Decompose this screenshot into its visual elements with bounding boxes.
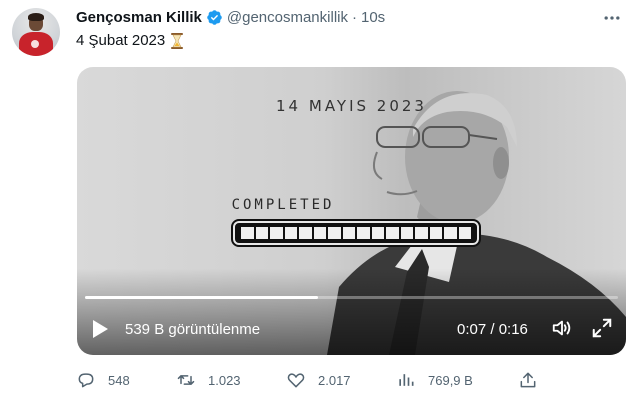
heart-icon: [287, 373, 305, 388]
like-count: 2.017: [318, 372, 351, 388]
avatar-hair: [28, 13, 44, 21]
loading-bar-segment: [241, 227, 254, 239]
verified-badge-icon: [207, 9, 222, 25]
retweet-button[interactable]: 1.023: [176, 368, 241, 392]
author-handle[interactable]: @gencosmankillik: [227, 9, 348, 26]
loading-bar-segment: [255, 227, 268, 239]
video-view-count: 539 B görüntülenme: [125, 321, 261, 338]
retweet-count: 1.023: [208, 372, 241, 388]
loading-bar-segment: [429, 227, 442, 239]
video-timecode: 0:07 / 0:16: [457, 321, 528, 338]
reply-count: 548: [108, 372, 130, 388]
loading-bar-segment: [458, 227, 471, 239]
video-overlay-status: COMPLETED: [231, 197, 335, 213]
tweet-text-content: 4 Şubat 2023: [76, 32, 166, 49]
share-button[interactable]: [518, 368, 538, 392]
tweet-header: Gençosman Killik @gencosmankillik · 10s: [76, 7, 385, 27]
loading-bar-segment: [444, 227, 457, 239]
loading-bar-segment: [386, 227, 399, 239]
volume-icon[interactable]: [551, 317, 573, 339]
loading-bar-segment: [328, 227, 341, 239]
loading-bar-segment: [299, 227, 312, 239]
loading-bar-segment: [270, 227, 283, 239]
video-overlay-date: 14 MAYIS 2023: [276, 97, 427, 115]
views-count: 769,9 B: [428, 372, 473, 388]
tweet-timestamp[interactable]: 10s: [361, 9, 385, 26]
video-progress-bar[interactable]: [85, 296, 618, 299]
video-controls: 539 B görüntülenme 0:07 / 0:16: [77, 307, 626, 347]
tweet-actions: 548 1.023 2.017 769,9 B: [76, 368, 556, 392]
avatar-shirt-logo: [31, 40, 39, 48]
reply-icon: [78, 373, 94, 388]
video-overlay-loading-bar: [231, 219, 481, 247]
analytics-icon: [399, 374, 414, 386]
video-player[interactable]: 14 MAYIS 2023 COMPLETED 539 B görüntülen…: [77, 67, 626, 355]
loading-bar-segment: [342, 227, 355, 239]
views-button[interactable]: 769,9 B: [396, 368, 473, 392]
fullscreen-icon[interactable]: [591, 317, 613, 339]
author-name[interactable]: Gençosman Killik: [76, 9, 202, 26]
loading-bar-segment: [313, 227, 326, 239]
more-options-icon[interactable]: [602, 8, 622, 28]
loading-bar-segment: [415, 227, 428, 239]
loading-bar-segment: [371, 227, 384, 239]
loading-bar-segment: [284, 227, 297, 239]
video-progress-fill: [85, 296, 319, 299]
separator-dot: ·: [351, 8, 357, 26]
reply-button[interactable]: 548: [76, 368, 130, 392]
share-icon: [520, 372, 536, 388]
retweet-icon: [177, 375, 195, 385]
loading-bar-segment: [357, 227, 370, 239]
loading-bar-segment: [400, 227, 413, 239]
play-icon[interactable]: [91, 319, 109, 339]
like-button[interactable]: 2.017: [286, 368, 351, 392]
hourglass-icon: [171, 32, 184, 49]
tweet-text: 4 Şubat 2023: [76, 32, 184, 49]
avatar[interactable]: [12, 8, 60, 56]
